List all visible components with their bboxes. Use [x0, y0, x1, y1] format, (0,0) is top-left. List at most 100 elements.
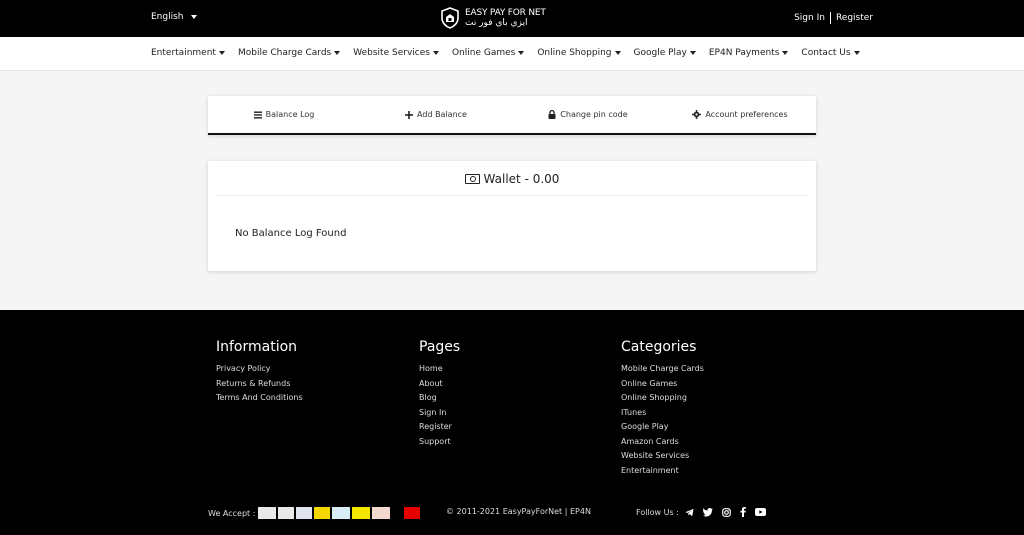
nav-item-mobile-charge-cards[interactable]: Mobile Charge Cards — [237, 48, 341, 58]
chevron-down-icon — [782, 51, 789, 55]
chevron-down-icon — [853, 51, 860, 55]
divider — [829, 12, 831, 24]
nav-item-contact-us[interactable]: Contact Us — [801, 48, 860, 58]
footer-link[interactable]: Online Games — [621, 377, 704, 392]
footer-heading: Categories — [621, 339, 697, 355]
tab-label: Add Balance — [417, 110, 467, 119]
footer-link[interactable]: Home — [419, 362, 460, 377]
nav-item-online-shopping[interactable]: Online Shopping — [537, 48, 621, 58]
nav-item-google-play[interactable]: Google Play — [634, 48, 696, 58]
money-bill-icon — [464, 174, 480, 184]
telegram-icon[interactable] — [685, 508, 694, 517]
nav-item-label: Mobile Charge Cards — [237, 48, 332, 58]
nav-item-label: Website Services — [353, 48, 430, 58]
chevron-down-icon — [334, 51, 341, 55]
chevron-down-icon — [689, 51, 696, 55]
footer-link[interactable]: Returns & Refunds — [216, 377, 303, 392]
footer-link[interactable]: Amazon Cards — [621, 435, 704, 450]
bank-logo-icon — [258, 507, 277, 519]
follow-us-label: Follow Us : — [636, 507, 679, 517]
we-accept-label: We Accept : — [208, 508, 256, 518]
footer-link[interactable]: Entertainment — [621, 464, 704, 479]
nav-item-label: EP4N Payments — [708, 48, 780, 58]
tab-account-preferences[interactable]: Account preferences — [664, 96, 816, 133]
wallet-card: Wallet - 0.00 No Balance Log Found — [208, 161, 816, 271]
top-bar: English EASY PAY FOR NET ايزي باي فور نت… — [0, 0, 1024, 37]
footer-link[interactable]: Register — [419, 420, 460, 435]
empty-state-message: No Balance Log Found — [235, 228, 347, 239]
main-nav: Entertainment Mobile Charge Cards Websit… — [0, 37, 1024, 71]
nav-item-label: Online Games — [451, 48, 516, 58]
footer-link[interactable]: Online Shopping — [621, 391, 704, 406]
footer-link[interactable]: Mobile Charge Cards — [621, 362, 704, 377]
footer-link[interactable]: ITunes — [621, 406, 704, 421]
vodafone-cash-logo-icon — [404, 507, 421, 519]
payment-methods: We Accept : — [208, 507, 421, 519]
shield-logo-icon — [441, 7, 459, 29]
language-label: English — [151, 12, 184, 22]
divider — [216, 195, 808, 196]
nav-item-label: Online Shopping — [537, 48, 612, 58]
fawry-logo-icon — [352, 507, 371, 519]
bank-logo-icon — [278, 507, 295, 519]
wallet-balance: Wallet - 0.00 — [483, 172, 560, 186]
brand-name-en: EASY PAY FOR NET — [465, 8, 546, 18]
tab-label: Change pin code — [560, 110, 628, 119]
footer-heading: Pages — [419, 339, 461, 355]
footer-link[interactable]: Terms And Conditions — [216, 391, 303, 406]
footer-link[interactable]: Website Services — [621, 449, 704, 464]
footer-link[interactable]: Support — [419, 435, 460, 450]
footer-link[interactable]: About — [419, 377, 460, 392]
gear-icon — [692, 110, 702, 119]
footer-information: Information Privacy Policy Returns & Ref… — [216, 339, 303, 406]
footer-link[interactable]: Blog — [419, 391, 460, 406]
register-link[interactable]: Register — [836, 13, 873, 23]
wallet-heading: Wallet - 0.00 — [208, 172, 816, 186]
footer: Information Privacy Policy Returns & Ref… — [0, 310, 1024, 535]
auth-links: Sign In Register — [794, 12, 873, 24]
instapay-logo-icon — [332, 507, 351, 519]
chevron-down-icon — [190, 15, 197, 19]
copyright-text: © 2011-2021 EasyPayForNet | EP4N — [446, 507, 591, 516]
plus-icon — [405, 110, 414, 119]
youtube-icon[interactable] — [754, 508, 766, 516]
footer-link[interactable]: Google Play — [621, 420, 704, 435]
social-links: Follow Us : — [636, 507, 766, 517]
copyright: © 2011-2021 EasyPayForNet | EP4N — [446, 507, 591, 516]
tab-add-balance[interactable]: Add Balance — [360, 96, 512, 133]
chevron-down-icon — [518, 51, 525, 55]
language-selector[interactable]: English — [151, 12, 197, 22]
nav-item-website-services[interactable]: Website Services — [353, 48, 439, 58]
payment-logos — [258, 507, 421, 519]
tab-change-pin-code[interactable]: Change pin code — [512, 96, 664, 133]
tab-label: Account preferences — [705, 110, 788, 119]
nav-item-ep4n-payments[interactable]: EP4N Payments — [709, 48, 789, 58]
vodafone-logo-icon — [392, 507, 403, 519]
tab-label: Balance Log — [265, 110, 315, 119]
chevron-down-icon — [218, 51, 225, 55]
sign-in-link[interactable]: Sign In — [794, 13, 825, 23]
nav-item-label: Google Play — [633, 48, 687, 58]
tab-balance-log[interactable]: Balance Log — [208, 96, 360, 133]
footer-pages: Pages Home About Blog Sign In Register S… — [419, 339, 460, 449]
western-union-logo-icon — [314, 507, 331, 519]
card-logo-icon — [372, 507, 391, 519]
footer-link[interactable]: Sign In — [419, 406, 460, 421]
footer-heading: Information — [216, 339, 298, 355]
chevron-down-icon — [614, 51, 621, 55]
instagram-icon[interactable] — [722, 507, 731, 517]
nav-item-online-games[interactable]: Online Games — [451, 48, 525, 58]
footer-categories: Categories Mobile Charge Cards Online Ga… — [621, 339, 704, 478]
bank-transfer-logo-icon — [296, 507, 313, 519]
list-icon — [253, 111, 262, 118]
footer-link[interactable]: Privacy Policy — [216, 362, 303, 377]
brand-logo[interactable]: EASY PAY FOR NET ايزي باي فور نت — [440, 7, 546, 29]
account-tabs: Balance Log Add Balance Change pin code … — [208, 96, 816, 135]
lock-icon — [548, 110, 556, 119]
facebook-icon[interactable] — [740, 507, 746, 517]
twitter-icon[interactable] — [702, 507, 713, 517]
chevron-down-icon — [432, 51, 439, 55]
nav-item-entertainment[interactable]: Entertainment — [151, 48, 225, 58]
nav-item-label: Entertainment — [151, 48, 216, 58]
brand-name-ar: ايزي باي فور نت — [465, 18, 528, 28]
